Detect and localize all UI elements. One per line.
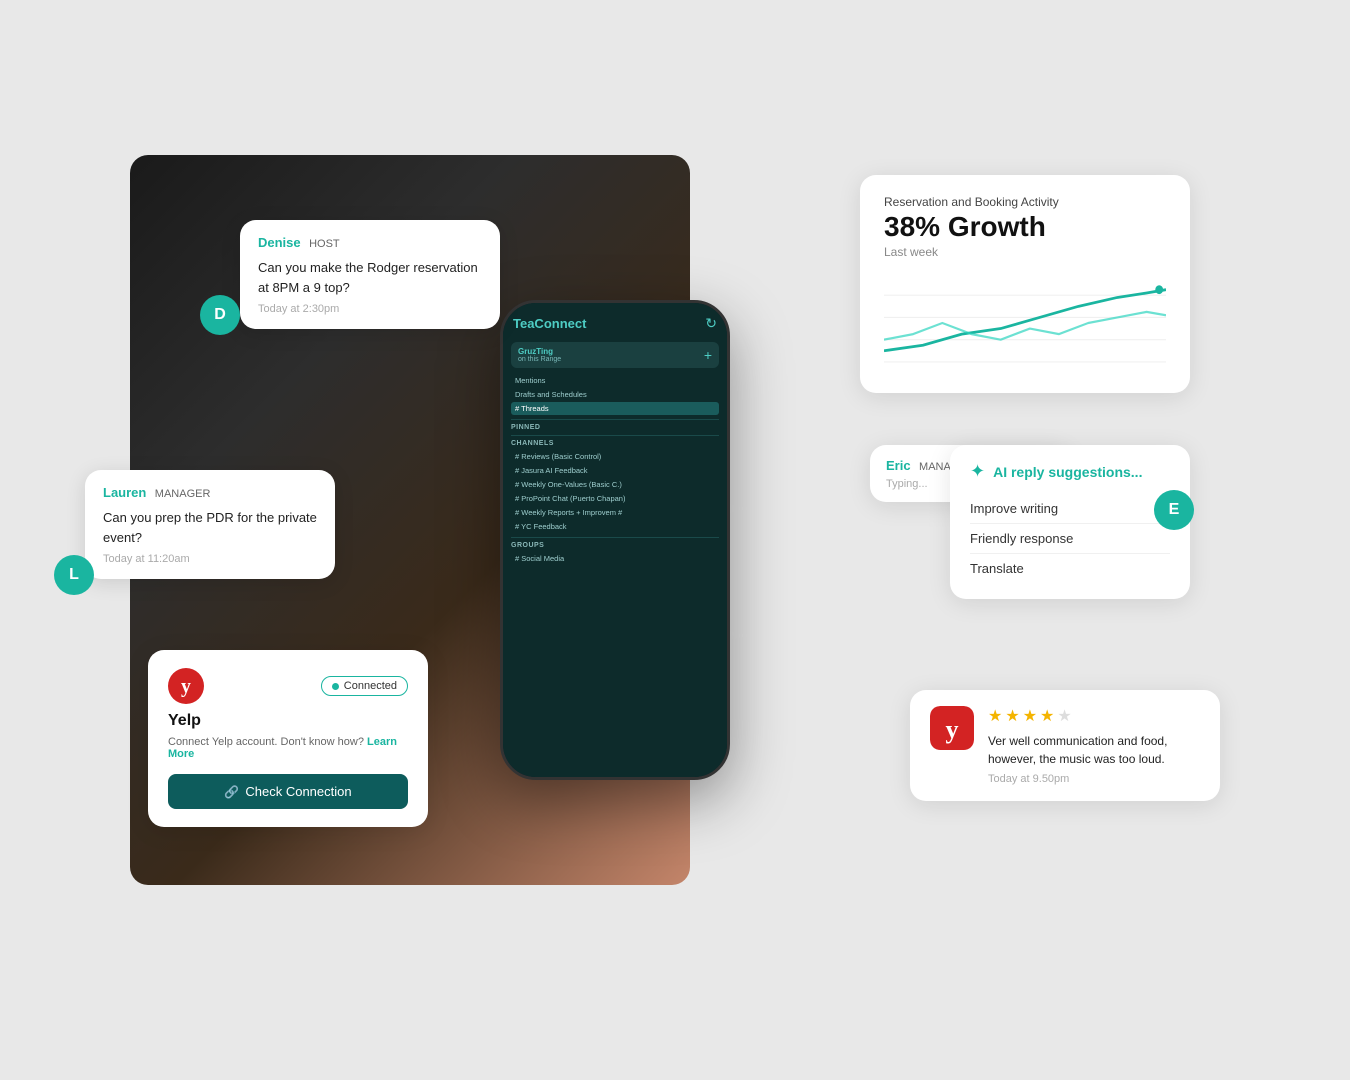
stars-row: ★ ★ ★ ★ ★ — [988, 706, 1200, 726]
phone-mockup: TeaConnect ↻ GruzTing on this Range + Me… — [500, 300, 730, 780]
review-content: ★ ★ ★ ★ ★ Ver well communication and foo… — [988, 706, 1200, 785]
ai-suggestions-card: ✦ AI reply suggestions... Improve writin… — [950, 445, 1190, 599]
channel-reports[interactable]: # Weekly Reports + Improvem # — [511, 506, 719, 519]
app-name: TeaConnect — [513, 316, 586, 331]
ai-suggestion-improve-writing[interactable]: Improve writing — [970, 494, 1170, 524]
review-text: Ver well communication and food, however… — [988, 732, 1200, 768]
channel-drafts[interactable]: Drafts and Schedules — [511, 388, 719, 401]
star-1: ★ — [988, 706, 1002, 726]
channel-weekly[interactable]: # Weekly One-Values (Basic C.) — [511, 478, 719, 491]
analytics-card: Reservation and Booking Activity 38% Gro… — [860, 175, 1190, 393]
channel-reviews[interactable]: # Reviews (Basic Control) — [511, 450, 719, 463]
channel-yc[interactable]: # YC Feedback — [511, 520, 719, 533]
yelp-description: Connect Yelp account. Don't know how? Le… — [168, 736, 408, 760]
yelp-title: Yelp — [168, 712, 408, 730]
channel-mentions[interactable]: Mentions — [511, 374, 719, 387]
svg-text:y: y — [946, 715, 959, 744]
analytics-period: Last week — [884, 245, 1166, 259]
pinned-label: PINNED — [511, 424, 719, 431]
channel-propoint[interactable]: # ProPoint Chat (Puerto Chapan) — [511, 492, 719, 505]
analytics-growth: 38% Growth — [884, 211, 1166, 243]
lauren-chat-bubble: Lauren MANAGER Can you prep the PDR for … — [85, 470, 335, 579]
lauren-message: Can you prep the PDR for the private eve… — [103, 508, 317, 547]
denise-message: Can you make the Rodger reservation at 8… — [258, 258, 482, 297]
channel-social[interactable]: # Social Media — [511, 552, 719, 565]
analytics-subtitle: Reservation and Booking Activity — [884, 195, 1166, 209]
yelp-logo-icon: y — [168, 668, 204, 704]
check-connection-button[interactable]: 🔗 Check Connection — [168, 774, 408, 809]
eric-name: Eric — [886, 458, 911, 473]
ai-label: AI reply suggestions... — [993, 464, 1142, 480]
lauren-time: Today at 11:20am — [103, 553, 317, 565]
star-2: ★ — [1005, 706, 1019, 726]
lauren-name: Lauren — [103, 485, 146, 500]
refresh-icon: ↻ — [705, 315, 717, 332]
yelp-review-card: y ★ ★ ★ ★ ★ Ver well communication and f… — [910, 690, 1220, 801]
channel-threads[interactable]: # Threads — [511, 402, 719, 415]
groups-label: GROUPS — [511, 542, 719, 549]
svg-text:y: y — [181, 675, 191, 697]
denise-avatar: D — [200, 295, 240, 335]
denise-chat-bubble: Denise HOST Can you make the Rodger rese… — [240, 220, 500, 329]
denise-role: HOST — [309, 238, 340, 250]
channel-jasura[interactable]: # Jasura AI Feedback — [511, 464, 719, 477]
ai-suggestion-friendly-response[interactable]: Friendly response — [970, 524, 1170, 554]
eric-avatar: E — [1154, 490, 1194, 530]
lauren-role: MANAGER — [155, 488, 211, 500]
sparkle-icon: ✦ — [970, 461, 985, 482]
denise-time: Today at 2:30pm — [258, 303, 482, 315]
connected-dot-icon — [332, 683, 339, 690]
yelp-connection-card: y Connected Yelp Connect Yelp account. D… — [148, 650, 428, 827]
lauren-avatar: L — [54, 555, 94, 595]
connected-badge: Connected — [321, 676, 408, 696]
link-icon: 🔗 — [224, 785, 239, 799]
star-3: ★ — [1023, 706, 1037, 726]
star-4: ★ — [1040, 706, 1054, 726]
connected-label: Connected — [344, 680, 397, 692]
analytics-chart — [884, 273, 1166, 373]
denise-name: Denise — [258, 235, 301, 250]
review-time: Today at 9.50pm — [988, 773, 1200, 785]
channels-label: CHANNELS — [511, 440, 719, 447]
review-yelp-icon: y — [930, 706, 974, 750]
ai-suggestion-translate[interactable]: Translate — [970, 554, 1170, 583]
star-5-empty: ★ — [1057, 706, 1071, 726]
